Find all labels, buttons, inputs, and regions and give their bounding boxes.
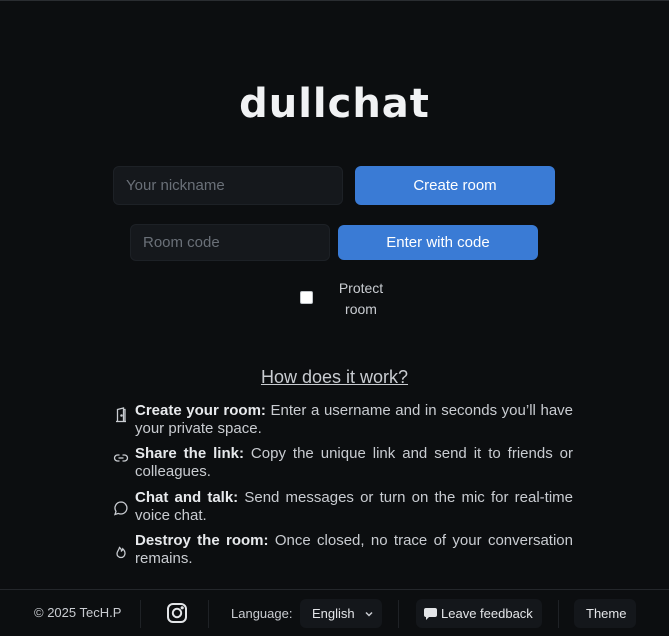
nickname-input[interactable] xyxy=(113,166,343,205)
copyright-text: © 2025 TecH.P xyxy=(34,605,122,620)
footer-divider xyxy=(558,600,559,628)
footer-divider xyxy=(140,600,141,628)
theme-label: Theme xyxy=(586,606,627,621)
door-icon xyxy=(113,407,129,423)
step-title: Create your room: xyxy=(135,402,266,419)
link-icon xyxy=(113,450,129,466)
footer: © 2025 TecH.P Language: English Leave fe… xyxy=(0,589,669,636)
feedback-label: Leave feedback xyxy=(441,606,533,621)
theme-button[interactable]: Theme xyxy=(574,599,636,628)
instagram-icon[interactable] xyxy=(166,602,188,624)
chat-bubble-icon xyxy=(113,500,129,516)
protect-room-label: Protect room xyxy=(338,280,384,317)
flame-icon xyxy=(113,543,129,559)
language-label: Language: xyxy=(231,606,293,621)
footer-divider xyxy=(398,600,399,628)
footer-divider xyxy=(208,600,209,628)
room-code-input[interactable] xyxy=(130,224,330,261)
enter-with-code-button[interactable]: Enter with code xyxy=(338,225,538,260)
chevron-down-icon xyxy=(364,607,374,617)
how-it-works-heading[interactable]: How does it work? xyxy=(0,367,669,388)
language-value: English xyxy=(312,606,355,621)
create-room-button[interactable]: Create room xyxy=(355,166,555,205)
speech-bubble-icon xyxy=(424,608,437,620)
leave-feedback-button[interactable]: Leave feedback xyxy=(416,599,542,628)
step-title: Chat and talk: xyxy=(135,489,239,506)
step-title: Destroy the room: xyxy=(135,532,269,549)
step-title: Share the link: xyxy=(135,445,244,462)
language-select[interactable]: English xyxy=(300,599,382,628)
protect-room-checkbox[interactable] xyxy=(300,291,313,304)
app-title: dullchat xyxy=(239,81,430,127)
